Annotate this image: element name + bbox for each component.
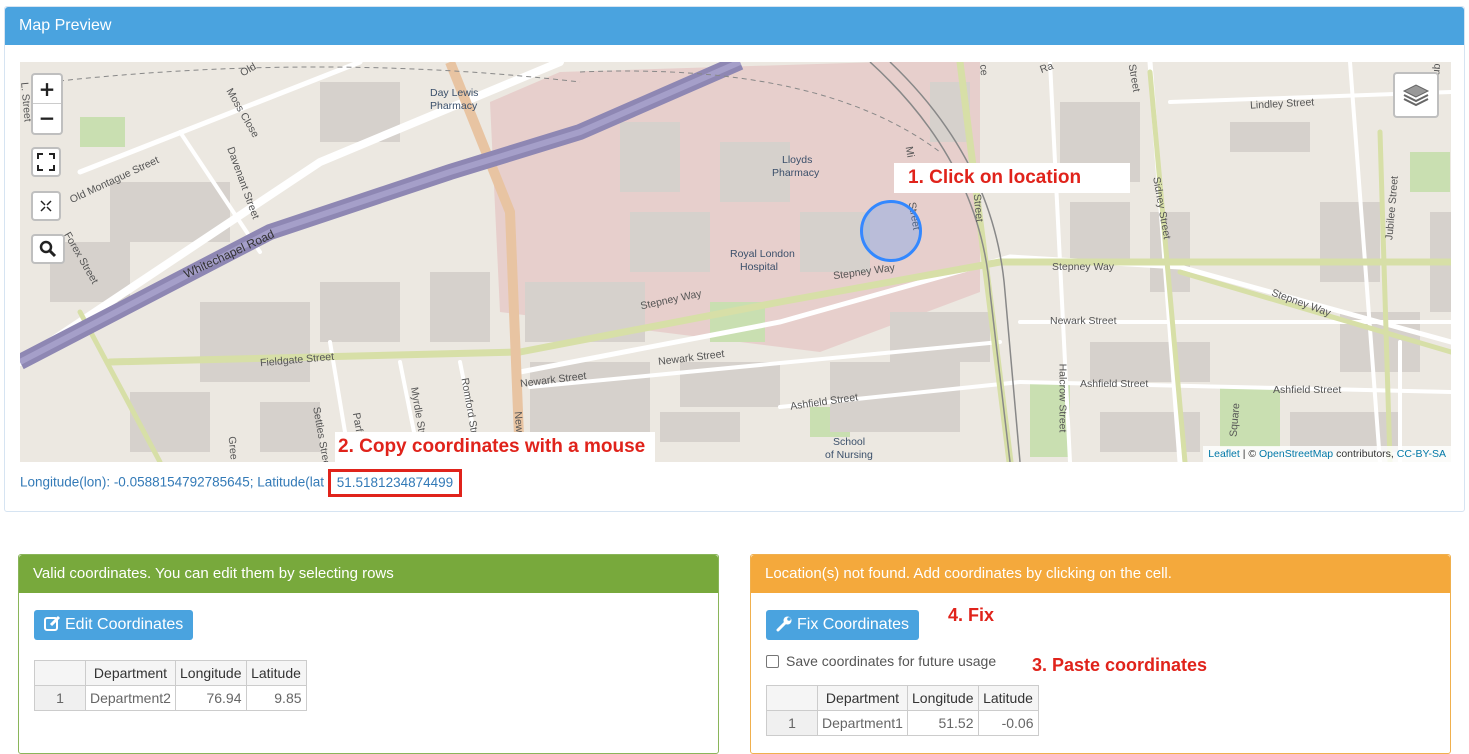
column-header[interactable]: Latitude xyxy=(977,685,1039,711)
layers-button[interactable] xyxy=(1393,72,1439,118)
map-label: Gree xyxy=(225,435,240,461)
attribution-separator: | © xyxy=(1239,448,1260,460)
latitude-cell[interactable]: 9.85 xyxy=(245,685,307,711)
license-link[interactable]: CC-BY-SA xyxy=(1397,448,1446,460)
longitude-readout: Longitude(lon): -0.0588154792785645; Lat… xyxy=(20,474,324,490)
map-label: Stepney Way xyxy=(1052,261,1115,273)
map-label: of Nursing xyxy=(825,449,873,461)
fullscreen-button[interactable] xyxy=(31,147,61,177)
fix-coordinates-button[interactable]: Fix Coordinates xyxy=(766,610,920,640)
latitude-cell[interactable]: -0.06 xyxy=(977,710,1039,736)
department-cell[interactable]: Department1 xyxy=(817,710,908,736)
map-label: Halcrow Street xyxy=(1056,363,1069,433)
column-header[interactable]: Department xyxy=(85,660,176,686)
valid-coordinates-table: Department Longitude Latitude 1 Departme… xyxy=(34,660,307,711)
save-coordinates-checkbox[interactable] xyxy=(766,654,779,668)
coordinates-readout: Longitude(lon): -0.0588154792785645; Lat… xyxy=(20,469,463,497)
valid-coordinates-panel: Valid coordinates. You can edit them by … xyxy=(18,554,719,754)
valid-panel-title: Valid coordinates. You can edit them by … xyxy=(19,555,718,593)
missing-panel-title: Location(s) not found. Add coordinates b… xyxy=(751,555,1450,593)
osm-link[interactable]: OpenStreetMap xyxy=(1259,448,1333,460)
latitude-value[interactable]: 51.5181234874499 xyxy=(327,469,463,497)
missing-locations-panel: Location(s) not found. Add coordinates b… xyxy=(750,554,1451,754)
table-row[interactable]: 1 Department2 76.94 9.85 xyxy=(34,685,307,711)
zoom-in-button[interactable]: + xyxy=(33,75,61,104)
map-label: Pharmacy xyxy=(430,100,478,112)
annotation-copy-coordinates: 2. Copy coordinates with a mouse xyxy=(335,432,655,462)
map-preview-title: Map Preview xyxy=(5,7,1464,45)
zoom-out-button[interactable]: − xyxy=(33,104,61,133)
map-label: Street xyxy=(970,193,986,223)
row-index[interactable]: 1 xyxy=(34,685,86,711)
map-label: New xyxy=(511,411,526,433)
column-header[interactable]: Longitude xyxy=(907,685,979,711)
wrench-icon xyxy=(776,616,792,632)
map-label: Royal London xyxy=(730,248,795,260)
map-label: Lloyds xyxy=(782,154,813,166)
save-coordinates-option[interactable]: Save coordinates for future usage xyxy=(766,653,996,669)
table-header-row: Department Longitude Latitude xyxy=(766,685,1039,711)
map-label: Newark Street xyxy=(1050,315,1117,327)
map-label: Day Lewis xyxy=(430,87,479,99)
fullscreen-icon xyxy=(37,153,55,171)
column-header[interactable]: Department xyxy=(817,685,908,711)
map-search-button[interactable] xyxy=(31,234,65,264)
corner-cell xyxy=(34,660,86,686)
department-cell[interactable]: Department2 xyxy=(85,685,176,711)
column-header[interactable]: Latitude xyxy=(245,660,307,686)
map[interactable]: Old Montague Street Davenant Street Moss… xyxy=(20,62,1451,462)
edit-icon xyxy=(44,615,61,631)
location-marker[interactable] xyxy=(860,200,922,262)
map-label: Ashfield Street xyxy=(1273,384,1342,396)
leaflet-link[interactable]: Leaflet xyxy=(1208,448,1240,460)
edit-coordinates-label: Edit Coordinates xyxy=(65,616,184,633)
map-label: Ashfield Street xyxy=(1080,378,1149,390)
annotation-fix: 4. Fix xyxy=(948,605,995,625)
corner-cell xyxy=(766,685,818,711)
reset-view-button[interactable] xyxy=(31,191,61,221)
table-header-row: Department Longitude Latitude xyxy=(34,660,307,686)
shrink-icon xyxy=(40,200,52,212)
fix-coordinates-label: Fix Coordinates xyxy=(797,616,910,633)
zoom-control: + − xyxy=(31,73,63,135)
layers-icon xyxy=(1402,84,1430,107)
column-header[interactable]: Longitude xyxy=(175,660,247,686)
search-icon xyxy=(39,240,57,258)
map-label: ce xyxy=(977,63,991,77)
save-coordinates-label: Save coordinates for future usage xyxy=(786,653,997,669)
missing-coordinates-table: Department Longitude Latitude 1 Departme… xyxy=(766,685,1039,736)
attribution-contributors: contributors, xyxy=(1333,448,1397,460)
map-label: School xyxy=(833,436,866,448)
longitude-cell[interactable]: 76.94 xyxy=(175,685,247,711)
annotation-click-location: 1. Click on location xyxy=(894,163,1130,193)
annotation-paste: 3. Paste coordinates xyxy=(1032,655,1208,675)
table-row[interactable]: 1 Department1 51.52 -0.06 xyxy=(766,710,1039,736)
map-label: Mi xyxy=(902,145,917,159)
longitude-cell[interactable]: 51.52 xyxy=(907,710,979,736)
map-label: Pharmacy xyxy=(772,167,820,179)
map-attribution: Leaflet | © OpenStreetMap contributors, … xyxy=(1203,446,1451,462)
map-preview-panel: Map Preview Old Montague Street Davenant… xyxy=(4,6,1465,512)
map-label: Hospital xyxy=(740,261,778,273)
row-index[interactable]: 1 xyxy=(766,710,818,736)
edit-coordinates-button[interactable]: Edit Coordinates xyxy=(34,610,194,640)
